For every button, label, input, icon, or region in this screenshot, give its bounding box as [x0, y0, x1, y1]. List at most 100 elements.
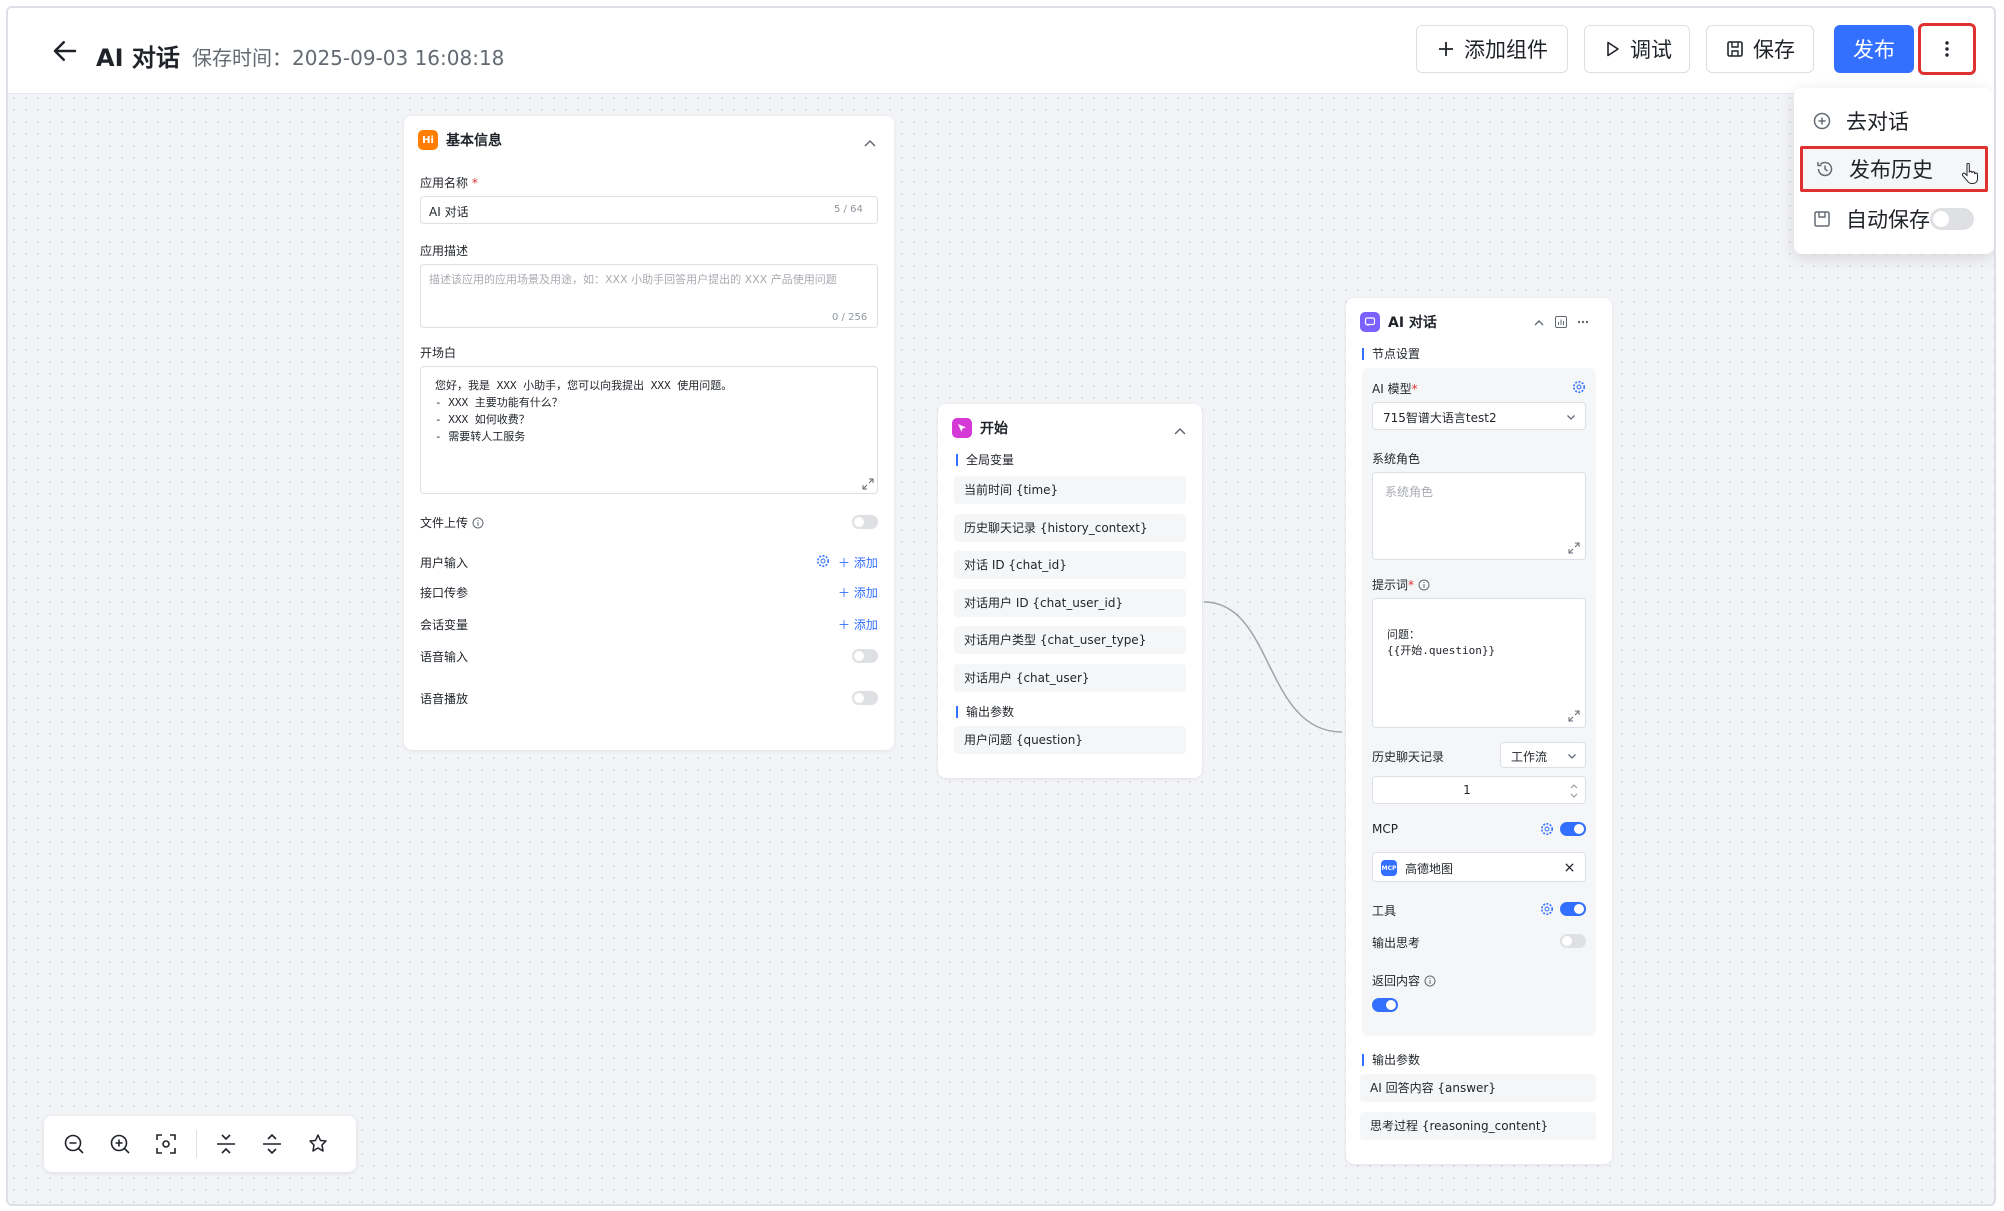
info-icon — [1424, 975, 1436, 987]
publish-button[interactable]: 发布 — [1834, 25, 1914, 73]
global-vars-section: 全局变量 — [956, 454, 1014, 466]
ai-output-item: AI 回答内容 {answer} — [1360, 1074, 1596, 1102]
canvas-toolbar — [44, 1116, 356, 1172]
save-icon — [1727, 41, 1743, 57]
collapse-all-icon[interactable] — [214, 1132, 238, 1156]
add-component-label: 添加组件 — [1464, 38, 1548, 62]
menu-item-auto-save-label: 自动保存 — [1846, 208, 1930, 232]
api-params-label: 接口传参 — [420, 586, 469, 600]
app-desc-count: 0 / 256 — [832, 312, 868, 323]
chevron-up-icon[interactable] — [862, 136, 878, 152]
file-upload-toggle[interactable] — [852, 515, 878, 529]
history-count-input[interactable]: 1 — [1372, 776, 1586, 804]
node-settings-section: 节点设置 — [1362, 348, 1420, 360]
auto-layout-icon[interactable] — [306, 1132, 330, 1156]
mcp-label: MCP — [1372, 822, 1398, 836]
output-thinking-toggle[interactable] — [1560, 934, 1586, 948]
ai-node-card[interactable]: AI 对话 节点设置 AI 模型* 715智谱大语言test2 系统角色 系统角… — [1346, 298, 1612, 1164]
add-label: 添加 — [853, 556, 878, 570]
prologue-textarea[interactable]: 您好，我是 XXX 小助手，您可以向我提出 XXX 使用问题。 - XXX 主要… — [420, 366, 878, 494]
voice-play-label: 语音播放 — [420, 692, 469, 706]
debug-label: 调试 — [1630, 38, 1672, 62]
expand-icon[interactable] — [862, 478, 874, 490]
ai-node-title: AI 对话 — [1388, 315, 1437, 331]
mcp-item: MCP 高德地图 — [1372, 852, 1586, 882]
ai-output-item: 思考过程 {reasoning_content} — [1360, 1112, 1596, 1140]
ai-output-section: 输出参数 — [1362, 1054, 1420, 1066]
app-frame: AI 对话 保存时间：2025-09-03 16:08:18 添加组件 调试 保… — [6, 6, 1996, 1206]
ai-model-label-wrap: AI 模型* — [1372, 380, 1418, 397]
back-arrow-icon[interactable] — [50, 36, 80, 66]
prologue-line: 您好，我是 XXX 小助手，您可以向我提出 XXX 使用问题。 — [435, 379, 733, 392]
ai-node-header: AI 对话 — [1360, 312, 1437, 332]
prologue-line: - 需要转人工服务 — [435, 430, 526, 443]
required-mark: * — [471, 176, 478, 190]
zoom-out-icon[interactable] — [62, 1132, 86, 1156]
chart-icon[interactable] — [1554, 315, 1568, 329]
expand-icon[interactable] — [1568, 710, 1580, 722]
close-icon[interactable] — [1564, 862, 1575, 873]
chat-bubble-icon — [1364, 317, 1376, 327]
prompt-label-wrap: 提示词* — [1372, 576, 1430, 593]
add-component-button[interactable]: 添加组件 — [1416, 25, 1568, 73]
api-params-add-link[interactable]: ＋ 添加 — [838, 584, 878, 601]
voice-input-label: 语音输入 — [420, 650, 469, 664]
settings-icon[interactable] — [1540, 902, 1554, 916]
more-options-button[interactable] — [1918, 23, 1976, 75]
prompt-label: 提示词 — [1372, 578, 1409, 592]
ai-badge — [1360, 312, 1380, 332]
stepper-arrows-icon[interactable] — [1569, 781, 1579, 801]
auto-save-toggle[interactable] — [1930, 208, 1974, 230]
debug-button[interactable]: 调试 — [1584, 25, 1690, 73]
ai-model-value: 715智谱大语言test2 — [1383, 411, 1497, 425]
app-name-label-wrap: 应用名称 * — [420, 174, 478, 191]
mcp-toggle[interactable] — [1560, 822, 1586, 836]
system-role-textarea[interactable]: 系统角色 — [1372, 472, 1586, 560]
history-icon — [1817, 161, 1833, 177]
app-desc-placeholder: 描述该应用的应用场景及用途，如：XXX 小助手回答用户提出的 XXX 产品使用问… — [429, 273, 837, 286]
settings-icon[interactable] — [1572, 380, 1586, 394]
info-icon — [1418, 579, 1430, 591]
play-icon — [1607, 41, 1619, 57]
chevron-up-icon[interactable] — [1172, 424, 1188, 440]
app-name-input[interactable]: AI 对话 — [420, 196, 878, 224]
save-time: 保存时间：2025-09-03 16:08:18 — [192, 46, 505, 70]
start-node-card[interactable]: 开始 全局变量 当前时间 {time} 历史聊天记录 {history_cont… — [938, 404, 1202, 778]
app-desc-textarea[interactable]: 描述该应用的应用场景及用途，如：XXX 小助手回答用户提出的 XXX 产品使用问… — [420, 264, 878, 328]
session-vars-add-link[interactable]: ＋ 添加 — [838, 616, 878, 633]
menu-item-publish-history[interactable]: 发布历史 — [1800, 146, 1988, 192]
settings-icon[interactable] — [816, 554, 830, 568]
basic-info-header: Hi 基本信息 — [418, 130, 502, 150]
user-input-add-link[interactable]: ＋ 添加 — [838, 554, 878, 571]
voice-play-toggle[interactable] — [852, 691, 878, 705]
prompt-textarea[interactable]: 问题： {{开始.question}} — [1372, 598, 1586, 728]
ai-model-select[interactable]: 715智谱大语言test2 — [1372, 402, 1586, 430]
expand-icon[interactable] — [1568, 542, 1580, 554]
return-content-label: 返回内容 — [1372, 974, 1421, 988]
top-bar: AI 对话 保存时间：2025-09-03 16:08:18 添加组件 调试 保… — [8, 8, 1994, 94]
save-button[interactable]: 保存 — [1706, 25, 1814, 73]
fit-view-icon[interactable] — [154, 1132, 178, 1156]
required-mark: * — [1411, 382, 1418, 396]
global-var-item: 对话用户 ID {chat_user_id} — [954, 589, 1186, 617]
history-label: 历史聊天记录 — [1372, 750, 1445, 764]
save-label: 保存 — [1753, 38, 1795, 62]
pointer-cursor-icon — [1961, 163, 1978, 184]
tools-toggle[interactable] — [1560, 902, 1586, 916]
history-source-select[interactable]: 工作流 — [1500, 742, 1586, 768]
zoom-in-icon[interactable] — [108, 1132, 132, 1156]
chevron-up-icon[interactable] — [1532, 316, 1546, 330]
return-content-toggle[interactable] — [1372, 998, 1398, 1012]
global-var-item: 对话用户类型 {chat_user_type} — [954, 626, 1186, 654]
chat-plus-icon — [1813, 112, 1831, 130]
add-label: 添加 — [853, 586, 878, 600]
menu-item-go-chat-label: 去对话 — [1846, 110, 1909, 134]
voice-input-toggle[interactable] — [852, 649, 878, 663]
settings-icon[interactable] — [1540, 822, 1554, 836]
menu-item-go-chat[interactable]: 去对话 — [1800, 98, 1988, 144]
prologue-label: 开场白 — [420, 346, 457, 360]
expand-all-icon[interactable] — [260, 1132, 284, 1156]
more-horizontal-icon[interactable] — [1576, 315, 1590, 329]
save-icon — [1814, 211, 1830, 227]
node-connector-line — [1204, 601, 1343, 733]
